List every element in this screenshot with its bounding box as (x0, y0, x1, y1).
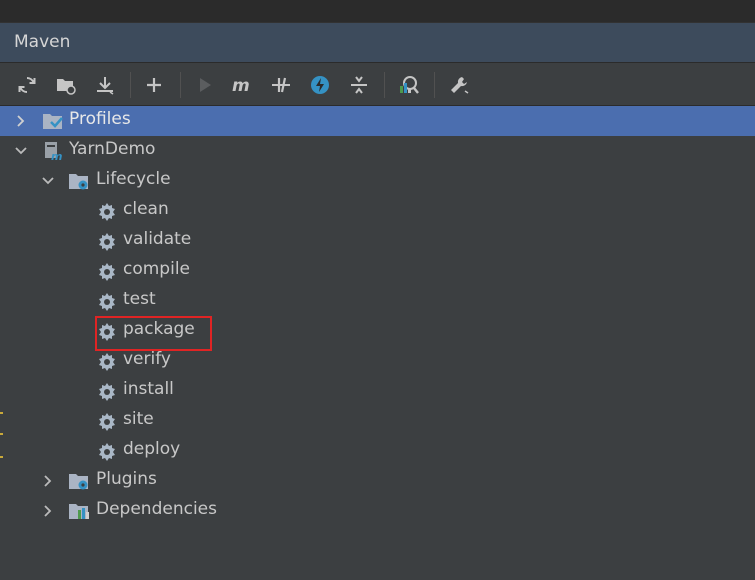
gear-icon (97, 202, 117, 222)
gear-icon (97, 262, 117, 282)
goal-label: install (123, 379, 174, 399)
gear-icon (97, 382, 117, 402)
run-icon (200, 78, 211, 92)
lifecycle-goal-validate[interactable]: validate (0, 226, 755, 256)
chevron-down-icon[interactable] (41, 173, 55, 187)
goal-label: validate (123, 229, 192, 249)
goal-label: site (123, 409, 154, 429)
gear-icon (97, 232, 117, 252)
gear-icon (97, 412, 117, 432)
toolbar-separator (130, 72, 131, 98)
download-button[interactable] (91, 71, 119, 99)
skip-tests-button[interactable] (306, 71, 334, 99)
download-icon (97, 77, 114, 95)
reload-icon (18, 76, 36, 94)
tree-label-plugins: Plugins (96, 469, 157, 489)
chevron-right-icon[interactable] (41, 473, 55, 487)
maven-toolbar: m (0, 64, 755, 106)
svg-text:m: m (51, 150, 62, 161)
chevron-right-icon[interactable] (14, 113, 28, 127)
tree-node-plugins[interactable]: Plugins (0, 466, 755, 496)
lifecycle-goal-test[interactable]: test (0, 286, 755, 316)
gear-icon (97, 292, 117, 312)
lifecycle-goal-install[interactable]: install (0, 376, 755, 406)
collapse-all-button[interactable] (345, 71, 373, 99)
toggle-offline-button[interactable] (267, 71, 295, 99)
collapse-all-icon (351, 76, 367, 94)
goal-label: compile (123, 259, 191, 279)
lifecycle-goal-site[interactable]: site (0, 406, 755, 436)
execute-goal-button[interactable]: m (228, 71, 256, 99)
gear-icon (97, 442, 117, 462)
top-strip (0, 0, 755, 23)
profiles-folder-icon (42, 111, 64, 131)
chevron-down-icon[interactable] (14, 143, 28, 157)
run-button[interactable] (191, 71, 219, 99)
chevron-right-icon[interactable] (41, 503, 55, 517)
panel-title: Maven (14, 32, 71, 52)
toggle-offline-icon (272, 77, 290, 93)
add-icon (147, 78, 161, 92)
lifecycle-goal-clean[interactable]: clean (0, 196, 755, 226)
plugins-folder-icon (68, 471, 90, 491)
skip-tests-icon (311, 76, 329, 94)
tree-label-profiles: Profiles (69, 109, 131, 129)
tool-window-header: Maven (0, 23, 755, 63)
tree-node-dependencies[interactable]: Dependencies (0, 496, 755, 526)
gutter-marker (0, 433, 3, 435)
tree-label-dependencies: Dependencies (96, 499, 217, 519)
dependencies-folder-icon (68, 501, 90, 521)
maven-project-icon: m (42, 141, 64, 163)
generate-sources-icon (57, 79, 76, 95)
goal-label: test (123, 289, 156, 309)
gutter-marker (0, 456, 3, 458)
toolbar-separator (434, 72, 435, 98)
gear-icon (97, 352, 117, 372)
generate-sources-button[interactable] (52, 71, 80, 99)
goal-label: clean (123, 199, 169, 219)
package-highlight-box (95, 316, 212, 351)
tree-node-project[interactable]: m YarnDemo (0, 136, 755, 166)
toolbar-separator (384, 72, 385, 98)
svg-text:m: m (232, 76, 250, 96)
tree-label-lifecycle: Lifecycle (96, 169, 171, 189)
add-button[interactable] (140, 71, 168, 99)
gutter-marker (0, 412, 3, 414)
wrench-icon (451, 77, 469, 94)
tree-node-lifecycle[interactable]: Lifecycle (0, 166, 755, 196)
show-dependencies-icon (400, 76, 419, 94)
reload-button[interactable] (13, 71, 41, 99)
settings-button[interactable] (445, 71, 473, 99)
show-dependencies-button[interactable] (395, 71, 423, 99)
tree-label-project: YarnDemo (69, 139, 156, 159)
tree-node-profiles[interactable]: Profiles (0, 106, 755, 136)
lifecycle-goal-deploy[interactable]: deploy (0, 436, 755, 466)
toolbar-separator (180, 72, 181, 98)
lifecycle-folder-icon (68, 171, 90, 191)
goal-label: verify (123, 349, 171, 369)
lifecycle-goal-compile[interactable]: compile (0, 256, 755, 286)
goal-label: deploy (123, 439, 181, 459)
execute-goal-icon: m (232, 76, 250, 96)
